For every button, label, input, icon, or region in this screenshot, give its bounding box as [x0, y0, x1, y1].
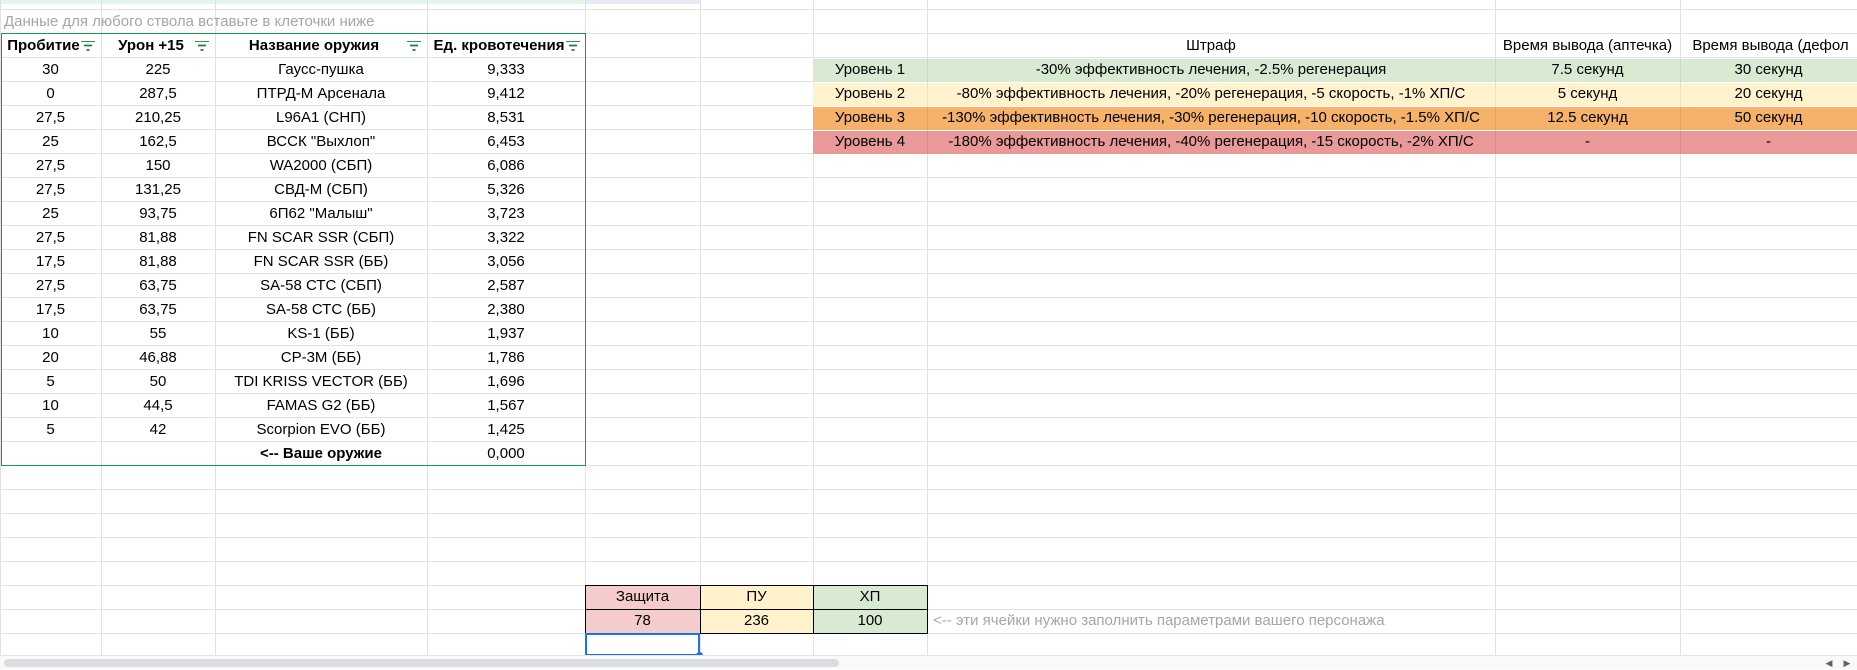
penalty-header[interactable]: Штраф — [927, 34, 1495, 58]
default-time-cell[interactable]: - — [1680, 130, 1857, 154]
defense-value[interactable]: 78 — [585, 609, 700, 633]
penalty-cell[interactable]: -180% эффективность лечения, -40% регене… — [927, 130, 1495, 154]
default-time-cell[interactable]: 20 секунд — [1680, 82, 1857, 106]
level-cell[interactable]: Уровень 2 — [813, 82, 927, 106]
pu-header[interactable]: ПУ — [700, 585, 813, 609]
medkit-time-cell[interactable]: 5 секунд — [1495, 82, 1680, 106]
hint-top: Данные для любого ствола вставьте в клет… — [4, 13, 375, 30]
horizontal-scrollbar[interactable]: ◀ ▶ — [0, 655, 1857, 669]
hp-header[interactable]: ХП — [813, 585, 927, 609]
scrollbar-thumb[interactable] — [4, 659, 839, 667]
level-cell[interactable]: Уровень 1 — [813, 58, 927, 82]
param-divider — [585, 609, 928, 610]
hp-value[interactable]: 100 — [813, 609, 927, 633]
default-time-cell[interactable]: 50 секунд — [1680, 106, 1857, 130]
weapons-table-border — [1, 33, 586, 466]
penalty-cell[interactable]: -30% эффективность лечения, -2.5% регене… — [927, 58, 1495, 82]
params-hint: <-- эти ячейки нужно заполнить параметра… — [933, 612, 1385, 629]
medkit-time-cell[interactable]: 12.5 секунд — [1495, 106, 1680, 130]
level-cell[interactable]: Уровень 3 — [813, 106, 927, 130]
chevron-right-icon[interactable]: ▶ — [1840, 656, 1854, 670]
defense-header[interactable]: Защита — [585, 585, 700, 609]
chevron-left-icon[interactable]: ◀ — [1822, 656, 1836, 670]
selected-cell[interactable] — [585, 633, 700, 656]
penalty-cell[interactable]: -80% эффективность лечения, -20% регенер… — [927, 82, 1495, 106]
medkit-time-cell[interactable]: - — [1495, 130, 1680, 154]
time-medkit-header[interactable]: Время вывода (аптечка) — [1495, 34, 1680, 58]
penalty-cell[interactable]: -130% эффективность лечения, -30% регене… — [927, 106, 1495, 130]
level-cell[interactable]: Уровень 4 — [813, 130, 927, 154]
default-time-cell[interactable]: 30 секунд — [1680, 58, 1857, 82]
time-default-header[interactable]: Время вывода (дефол — [1680, 34, 1857, 58]
pu-value[interactable]: 236 — [700, 609, 813, 633]
medkit-time-cell[interactable]: 7.5 секунд — [1495, 58, 1680, 82]
